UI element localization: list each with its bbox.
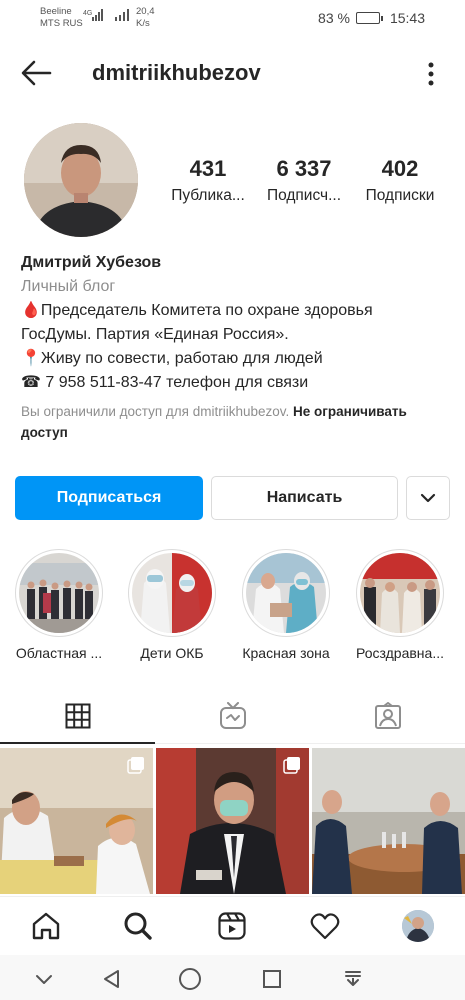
followers-label: Подписч... [266,187,342,204]
avatar-photo [24,123,138,237]
profile-stats: 431 Публика... 6 337 Подписч... 402 Подп… [160,155,450,207]
nav-activity[interactable] [305,909,345,943]
tagged-icon [374,702,401,729]
nav-profile[interactable] [398,909,438,943]
kebab-menu-icon[interactable] [425,60,437,88]
battery-icon [355,12,383,24]
story-highlights: Областная ... Дети ОКБ Красная зона Росз… [0,549,465,669]
system-back[interactable] [100,967,124,991]
post-image [312,748,465,894]
speed-value: 20,4 [136,6,155,17]
system-hide-nav[interactable] [32,967,56,991]
profile-avatar[interactable] [24,123,138,237]
following-label: Подписки [365,187,435,204]
igtv-icon [219,702,246,729]
restrict-text: Вы ограничили доступ для dmitriikhubezov… [21,404,290,419]
bio-line-1: 🩸Председатель Комитета по охране здоровь… [21,302,373,319]
suggested-dropdown-button[interactable] [406,476,450,520]
highlight-image [19,553,99,633]
post-thumbnail[interactable] [312,748,465,894]
system-home[interactable] [178,967,202,991]
bio-line-2: ГосДумы. Партия «Единая Россия». [21,326,289,343]
stat-followers[interactable]: 6 337 Подписч... [256,155,352,207]
carrier-1: Beeline [40,6,72,17]
posts-label: Публика... [171,187,245,204]
highlight-item[interactable]: Росздравна... [345,549,455,661]
battery-percent: 83 % [318,10,350,26]
post-thumbnail[interactable] [0,748,153,894]
tab-igtv[interactable] [155,688,310,744]
system-recents[interactable] [260,967,284,991]
nav-search[interactable] [118,909,158,943]
header-username: dmitriikhubezov [92,60,261,85]
network-type: 4G [83,10,92,17]
highlight-label: Красная зона [242,645,330,661]
carrier-info: Beeline MTS RUS [40,6,83,30]
profile-tabs [0,688,465,744]
profile-avatar-small [402,910,434,942]
home-circle-icon [179,968,201,990]
message-button[interactable]: Написать [211,476,398,520]
restrict-notice: Вы ограничили доступ для dmitriikhubezov… [21,401,451,443]
notification-pull-icon [345,971,361,986]
multiple-photos-icon [127,757,144,774]
highlight-item[interactable]: Дети ОКБ [117,549,227,661]
highlight-label: Дети ОКБ [140,645,204,661]
multiple-photos-icon [283,757,300,774]
speed-unit: K/s [136,18,150,29]
search-icon [124,912,152,940]
tab-posts[interactable] [0,688,155,744]
nav-home[interactable] [26,909,66,943]
profile-category: Личный блог [21,278,116,295]
system-navigation-bar [0,955,465,1000]
highlight-label: Росздравна... [356,645,444,661]
nav-reels[interactable] [212,909,252,943]
signal-icon: 4G [83,9,103,21]
status-right: 83 % 15:43 [318,10,425,26]
following-count: 402 [381,156,419,181]
grid-icon [65,703,90,729]
stat-following[interactable]: 402 Подписки [352,155,448,207]
highlight-label: Областная ... [15,645,103,661]
system-notifications[interactable] [341,967,365,991]
highlight-item[interactable]: Областная ... [4,549,114,661]
highlight-ring [128,549,216,637]
status-bar: Beeline MTS RUS 4G 20,4 K/s 83 % 15:43 [0,0,465,38]
followers-count: 6 337 [276,156,332,181]
tab-tagged[interactable] [310,688,465,744]
highlight-image [360,553,440,633]
highlight-image [132,553,212,633]
posts-grid [0,748,465,894]
profile-bio: Дмитрий Хубезов Личный блог 🩸Председател… [21,251,451,395]
highlight-item[interactable]: Красная зона [231,549,341,661]
full-name: Дмитрий Хубезов [21,254,162,271]
post-thumbnail[interactable] [156,748,309,894]
clock: 15:43 [389,10,425,26]
stat-posts[interactable]: 431 Публика... [160,155,256,207]
reels-icon [218,912,246,940]
back-triangle-icon [104,970,119,988]
chevron-down-icon [36,975,52,984]
posts-count: 431 [189,156,227,181]
network-speed: 20,4 K/s [136,6,155,30]
bottom-navigation [0,896,465,954]
carrier-2: MTS RUS [40,18,83,29]
profile-header: dmitriikhubezov [0,50,465,98]
active-tab-indicator [0,742,155,744]
highlight-ring [15,549,103,637]
bio-line-4[interactable]: ☎ 7 958 511-83-47 телефон для связи [21,371,451,395]
home-icon [32,912,60,940]
signal-2-icon [115,9,129,21]
bio-line-3: 📍Живу по совести, работаю для людей [21,350,323,367]
highlight-ring [356,549,444,637]
chevron-down-icon [420,493,436,503]
arrow-left-icon[interactable] [20,60,52,86]
heart-icon [310,913,340,940]
highlight-image [246,553,326,633]
highlight-ring [242,549,330,637]
follow-button[interactable]: Подписаться [15,476,203,520]
recents-square-icon [263,970,281,988]
